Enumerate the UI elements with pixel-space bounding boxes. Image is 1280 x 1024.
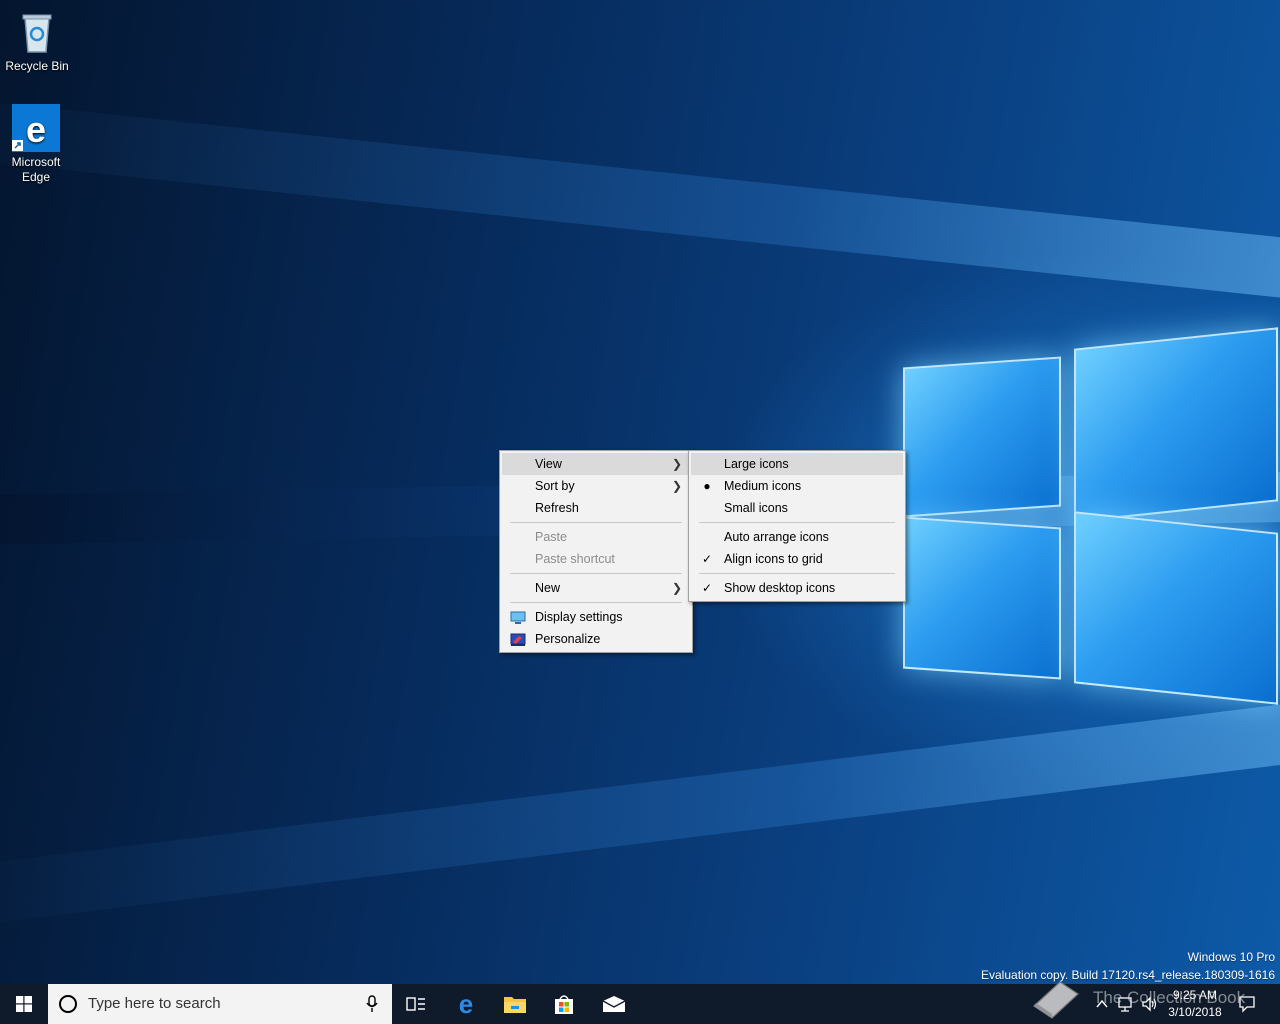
radio-bullet-icon: ● — [703, 479, 711, 493]
menu-item-label: Auto arrange icons — [724, 530, 829, 544]
recycle-bin-label: Recycle Bin — [5, 59, 69, 73]
windows-edition-watermark: Windows 10 Pro — [1187, 950, 1275, 964]
menu-item-medium-icons[interactable]: ● Medium icons — [691, 475, 903, 497]
menu-item-label: Small icons — [724, 501, 788, 515]
view-submenu: Large icons ● Medium icons Small icons A… — [688, 450, 906, 602]
menu-item-label: New — [535, 581, 561, 595]
menu-separator — [699, 522, 895, 523]
light-beam — [0, 93, 1280, 310]
task-view-icon — [406, 997, 425, 1011]
file-explorer-icon — [504, 997, 526, 1013]
menu-separator — [510, 522, 682, 523]
microphone-icon[interactable] — [366, 995, 378, 1013]
menu-item-label: Display settings — [535, 610, 623, 624]
task-view-button[interactable] — [392, 984, 440, 1024]
menu-item-sort-by[interactable]: Sort by ❯ — [502, 475, 690, 497]
recycle-bin-icon — [13, 8, 61, 56]
book-logo-icon — [1033, 981, 1079, 1019]
store-button[interactable] — [540, 984, 588, 1024]
menu-item-new[interactable]: New ❯ — [502, 577, 690, 599]
menu-item-paste: Paste — [502, 526, 690, 548]
personalize-icon — [510, 628, 526, 650]
menu-item-refresh[interactable]: Refresh — [502, 497, 690, 519]
windows-logo-pane — [903, 516, 1061, 680]
menu-separator — [510, 602, 682, 603]
desktop-background[interactable]: Recycle Bin e Microsoft Edge View ❯ Sort… — [0, 0, 1280, 984]
taskbar: Type here to search e 9:25 AM 3/10/2018 … — [0, 981, 1280, 1024]
checkmark-icon: ✓ — [701, 581, 713, 595]
mail-button[interactable] — [590, 984, 638, 1024]
menu-item-show-desktop-icons[interactable]: ✓ Show desktop icons — [691, 577, 903, 599]
search-placeholder: Type here to search — [88, 995, 221, 1012]
recycle-bin-shortcut[interactable]: Recycle Bin — [1, 8, 73, 74]
menu-item-large-icons[interactable]: Large icons — [691, 453, 903, 475]
checkmark-icon: ✓ — [701, 552, 713, 566]
desktop-context-menu: View ❯ Sort by ❯ Refresh Paste Paste sho… — [499, 450, 693, 653]
mail-icon — [602, 996, 626, 1012]
menu-item-align-to-grid[interactable]: ✓ Align icons to grid — [691, 548, 903, 570]
edge-taskbar-button[interactable]: e — [442, 984, 490, 1024]
menu-item-small-icons[interactable]: Small icons — [691, 497, 903, 519]
menu-separator — [699, 573, 895, 574]
menu-item-label: Medium icons — [724, 479, 802, 493]
menu-item-label: Paste shortcut — [535, 552, 615, 566]
collection-book-watermark: The Collection Book — [1093, 988, 1246, 1007]
start-button[interactable] — [0, 984, 48, 1024]
chevron-right-icon: ❯ — [671, 479, 682, 493]
display-settings-icon — [510, 606, 526, 628]
menu-item-auto-arrange[interactable]: Auto arrange icons — [691, 526, 903, 548]
menu-item-label: Show desktop icons — [724, 581, 836, 595]
windows-logo-pane — [1074, 327, 1278, 523]
menu-item-label: Sort by — [535, 479, 575, 493]
search-box[interactable]: Type here to search — [48, 984, 392, 1024]
windows-logo-pane — [903, 356, 1061, 518]
menu-item-label: View — [535, 457, 562, 471]
menu-item-view[interactable]: View ❯ — [502, 453, 690, 475]
chevron-right-icon: ❯ — [671, 581, 682, 595]
menu-item-label: Align icons to grid — [724, 552, 823, 566]
menu-separator — [510, 573, 682, 574]
build-watermark: Evaluation copy. Build 17120.rs4_release… — [981, 968, 1275, 982]
store-icon — [555, 995, 573, 1014]
windows-logo-pane — [1074, 511, 1278, 705]
chevron-right-icon: ❯ — [671, 457, 682, 471]
cortana-icon — [59, 995, 77, 1013]
menu-item-display-settings[interactable]: Display settings — [502, 606, 690, 628]
menu-item-label: Refresh — [535, 501, 579, 515]
windows-start-icon — [16, 996, 32, 1012]
menu-item-paste-shortcut: Paste shortcut — [502, 548, 690, 570]
svg-text:e: e — [26, 109, 46, 150]
menu-item-personalize[interactable]: Personalize — [502, 628, 690, 650]
svg-text:e: e — [459, 992, 473, 1016]
edge-icon: e — [459, 992, 473, 1016]
microsoft-edge-label: Microsoft Edge — [11, 155, 61, 184]
menu-item-label: Paste — [535, 530, 567, 544]
menu-item-label: Personalize — [535, 632, 601, 646]
microsoft-edge-shortcut[interactable]: e Microsoft Edge — [0, 104, 72, 185]
menu-item-label: Large icons — [724, 457, 789, 471]
edge-icon: e — [12, 104, 60, 152]
file-explorer-button[interactable] — [491, 984, 539, 1024]
light-beam — [0, 690, 1280, 933]
